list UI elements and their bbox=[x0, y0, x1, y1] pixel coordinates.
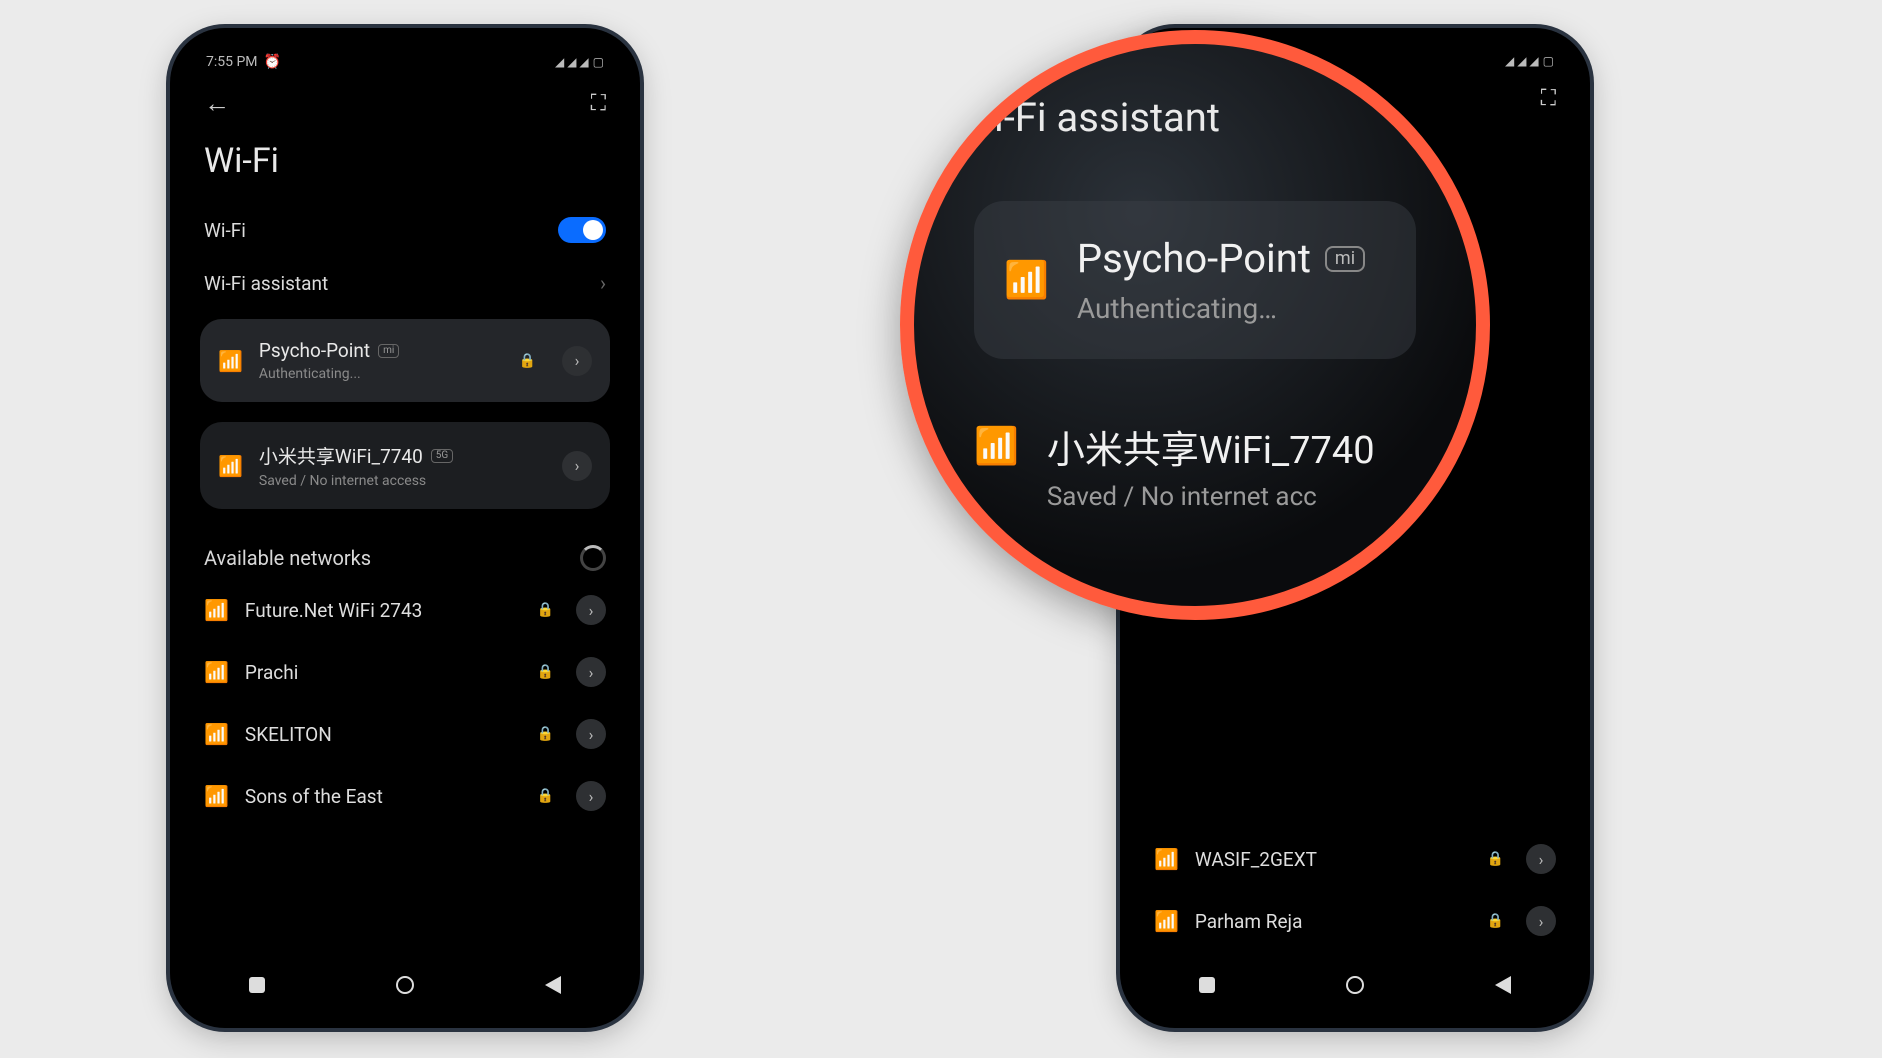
nav-back-icon[interactable] bbox=[545, 976, 561, 994]
lock-icon: 🔒 bbox=[537, 602, 554, 618]
wifi-icon: 📶 bbox=[204, 598, 229, 622]
status-time: 7:55 PM bbox=[206, 54, 258, 70]
wifi-icon: 📶 bbox=[204, 722, 229, 746]
lock-icon: 🔒 bbox=[537, 664, 554, 680]
nav-recent-icon[interactable] bbox=[1199, 977, 1215, 993]
saved-network-card[interactable]: 📶 小米共享WiFi_7740 5G Saved / No internet a… bbox=[200, 422, 610, 509]
nav-home-icon[interactable] bbox=[396, 976, 414, 994]
connected-network-card[interactable]: 📶 Psycho-Point mi Authenticating... 🔒 › bbox=[200, 319, 610, 402]
nav-home-icon[interactable] bbox=[1346, 976, 1364, 994]
zoom-network-status: Saved / No internet acc bbox=[1047, 482, 1375, 512]
wifi-icon: 📶 bbox=[1004, 259, 1049, 301]
wifi-icon: 📶 bbox=[974, 425, 1019, 467]
mi-badge: mi bbox=[378, 344, 399, 358]
network-name: WASIF_2GEXT bbox=[1195, 848, 1471, 871]
wifi-icon: 📶 bbox=[1154, 847, 1179, 871]
status-bar: 7:55 PM ⏰ ◢ ◢ ◢ ▢ bbox=[184, 42, 626, 74]
screen: 7:55 PM ⏰ ◢ ◢ ◢ ▢ ← ⛶ Wi-Fi Wi-Fi Wi-Fi … bbox=[184, 42, 626, 1014]
lock-icon: 🔒 bbox=[1487, 851, 1504, 867]
network-detail-button[interactable]: › bbox=[1526, 906, 1556, 936]
network-name: Parham Reja bbox=[1195, 910, 1471, 933]
network-row[interactable]: 📶 Parham Reja 🔒 › bbox=[1134, 890, 1576, 952]
wifi-toggle[interactable] bbox=[558, 217, 606, 243]
network-detail-button[interactable]: › bbox=[576, 719, 606, 749]
wifi-icon: 📶 bbox=[218, 454, 243, 478]
network-detail-button[interactable]: › bbox=[576, 657, 606, 687]
available-networks-header: Available networks bbox=[184, 519, 626, 579]
zoom-title: i-Fi assistant bbox=[994, 94, 1416, 141]
network-name: 小米共享WiFi_7740 bbox=[259, 442, 423, 469]
zoom-network-card-2[interactable]: 📶 小米共享WiFi_7740 Saved / No internet acc bbox=[974, 389, 1416, 512]
nav-back-icon[interactable] bbox=[1495, 976, 1511, 994]
nav-recent-icon[interactable] bbox=[249, 977, 265, 993]
network-name: Prachi bbox=[245, 661, 521, 684]
qr-scan-icon[interactable]: ⛶ bbox=[1541, 86, 1556, 111]
qr-scan-icon[interactable]: ⛶ bbox=[591, 91, 606, 116]
wifi-icon: 📶 bbox=[204, 660, 229, 684]
network-detail-button[interactable]: › bbox=[562, 346, 592, 376]
wifi-toggle-row[interactable]: Wi-Fi bbox=[184, 203, 626, 257]
network-detail-button[interactable]: › bbox=[1526, 844, 1556, 874]
network-status: Authenticating... bbox=[259, 366, 503, 382]
lock-icon: 🔒 bbox=[519, 353, 536, 369]
network-status: Saved / No internet access bbox=[259, 473, 546, 489]
wifi-icon: 📶 bbox=[218, 349, 243, 373]
network-row[interactable]: 📶 Sons of the East 🔒 › bbox=[184, 765, 626, 827]
zoom-network-status: Authenticating… bbox=[1077, 292, 1365, 325]
mi-badge: mi bbox=[1325, 246, 1365, 272]
android-nav-bar bbox=[1134, 958, 1576, 1014]
signal-icon: ◢ ◢ ◢ bbox=[555, 55, 589, 69]
refresh-spinner-icon[interactable] bbox=[580, 545, 606, 571]
network-detail-button[interactable]: › bbox=[562, 451, 592, 481]
signal-icon: ◢ ◢ ◢ bbox=[1505, 54, 1539, 68]
network-name: Sons of the East bbox=[245, 785, 521, 808]
back-icon[interactable]: ← bbox=[204, 88, 230, 119]
network-row[interactable]: 📶 SKELITON 🔒 › bbox=[184, 703, 626, 765]
lock-icon: 🔒 bbox=[1487, 913, 1504, 929]
zoom-network-name: 小米共享WiFi_7740 bbox=[1047, 419, 1375, 474]
zoom-network-name: Psycho-Point bbox=[1077, 235, 1311, 282]
android-nav-bar bbox=[184, 958, 626, 1014]
network-row[interactable]: 📶 WASIF_2GEXT 🔒 › bbox=[1134, 828, 1576, 890]
app-bar: ← ⛶ bbox=[184, 74, 626, 125]
network-name: SKELITON bbox=[245, 723, 521, 746]
available-networks-label: Available networks bbox=[204, 546, 371, 570]
network-detail-button[interactable]: › bbox=[576, 781, 606, 811]
network-row[interactable]: 📶 Future.Net WiFi 2743 🔒 › bbox=[184, 579, 626, 641]
chevron-right-icon: › bbox=[600, 271, 606, 295]
phone-mockup-left: 7:55 PM ⏰ ◢ ◢ ◢ ▢ ← ⛶ Wi-Fi Wi-Fi Wi-Fi … bbox=[170, 28, 640, 1028]
wifi-icon: 📶 bbox=[1154, 909, 1179, 933]
network-row[interactable]: 📶 Prachi 🔒 › bbox=[184, 641, 626, 703]
page-title: Wi-Fi bbox=[184, 125, 626, 203]
wifi-assistant-row[interactable]: Wi-Fi assistant › bbox=[184, 257, 626, 309]
band-badge: 5G bbox=[431, 449, 453, 463]
network-name: Future.Net WiFi 2743 bbox=[245, 599, 521, 622]
network-name: Psycho-Point bbox=[259, 339, 370, 362]
battery-icon: ▢ bbox=[593, 55, 604, 69]
alarm-icon: ⏰ bbox=[264, 54, 281, 70]
network-detail-button[interactable]: › bbox=[576, 595, 606, 625]
wifi-icon: 📶 bbox=[204, 784, 229, 808]
zoom-callout: i-Fi assistant 📶 Psycho-Point mi Authent… bbox=[900, 30, 1490, 620]
lock-icon: 🔒 bbox=[537, 788, 554, 804]
lock-icon: 🔒 bbox=[537, 726, 554, 742]
wifi-toggle-label: Wi-Fi bbox=[204, 219, 246, 242]
battery-icon: ▢ bbox=[1543, 54, 1554, 68]
wifi-assistant-label: Wi-Fi assistant bbox=[204, 272, 328, 295]
zoom-network-card[interactable]: 📶 Psycho-Point mi Authenticating… bbox=[974, 201, 1416, 359]
